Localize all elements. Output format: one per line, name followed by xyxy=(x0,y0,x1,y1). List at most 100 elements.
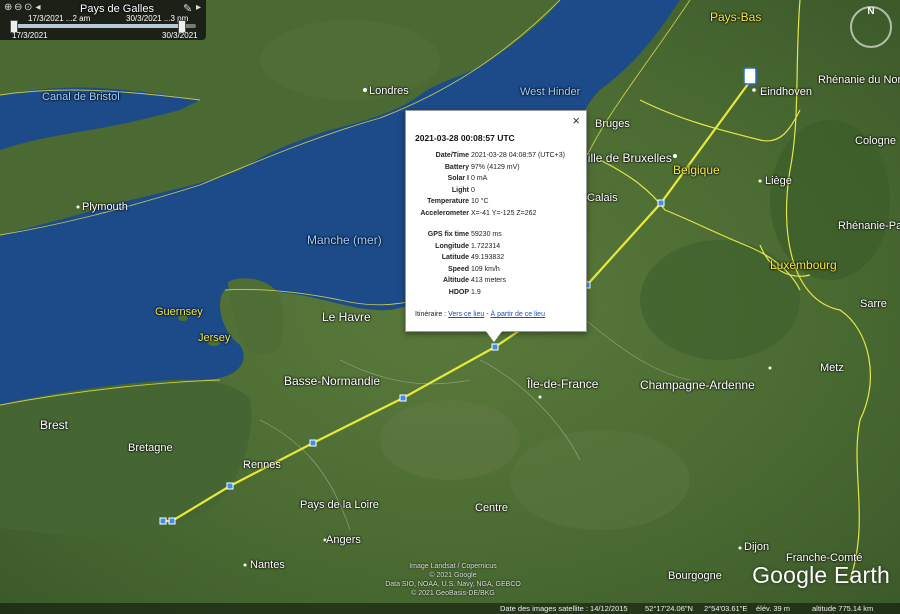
track-point-selected xyxy=(491,343,499,351)
compass-north-label: N xyxy=(867,6,875,17)
detail-row: Speed 109 km/h xyxy=(406,266,586,277)
detail-value: 1.9 xyxy=(471,288,481,296)
balloon-tail xyxy=(485,330,503,342)
label-plymouth: Plymouth xyxy=(82,201,128,213)
label-metz: Metz xyxy=(820,362,844,374)
detail-value: 0 xyxy=(471,186,475,194)
label-liege: Liège xyxy=(765,175,792,187)
label-angers: Angers xyxy=(326,534,361,546)
label-manche: Manche (mer) xyxy=(307,233,382,247)
detail-row: Accelerometer X=-41 Y=-125 Z=262 xyxy=(406,210,586,221)
status-bar: Date des images satellite : 14/12/2015 5… xyxy=(0,603,900,614)
play-icon[interactable]: ◂ xyxy=(34,2,44,13)
time-start-date: 17/3/2021 xyxy=(12,31,48,40)
detail-row: Altitude 413 meters xyxy=(406,277,586,288)
zoom-out-icon[interactable]: ⊖ xyxy=(14,2,24,13)
detail-row: Solar I0 mA xyxy=(406,175,586,186)
label-le-havre: Le Havre xyxy=(322,310,371,324)
zoom-fit-icon[interactable]: ⊙ xyxy=(24,2,34,13)
label-canal-de-bristol: Canal de Bristol xyxy=(42,91,120,103)
label-nantes: Nantes xyxy=(250,559,285,571)
close-icon[interactable]: × xyxy=(572,113,580,128)
time-range xyxy=(12,24,180,28)
label-pays-de-la-loire: Pays de la Loire xyxy=(300,499,379,511)
detail-value: 97% (4129 mV) xyxy=(471,163,520,171)
label-pays-bas: Pays-Bas xyxy=(710,10,762,24)
detail-row: Longitude 1.722314 xyxy=(406,243,586,254)
label-west-hinder: West Hinder xyxy=(520,86,581,98)
label-ile-de-france: Île-de-France xyxy=(527,377,599,391)
detail-value: 0 mA xyxy=(471,175,488,182)
itinerary-label: Itinéraire : xyxy=(415,311,449,318)
label-bretagne: Bretagne xyxy=(128,442,173,454)
credit-line: © 2021 GeoBasis-DE/BKG xyxy=(411,590,495,597)
endpoint-marker xyxy=(743,67,757,85)
label-basse-normandie: Basse-Normandie xyxy=(284,374,381,388)
label-rhenanie-palatinat: Rhénanie-Pala xyxy=(838,220,900,232)
detail-row: Date/Time 2021-03-28 04:08:57 (UTC+3) xyxy=(406,152,586,163)
detail-value: 413 meters xyxy=(471,277,507,284)
track-point xyxy=(657,199,665,207)
detail-key: Speed xyxy=(447,265,469,273)
detail-key: Altitude xyxy=(442,277,469,284)
label-dijon: Dijon xyxy=(744,541,770,553)
time-start-label: 17/3/2021 ...2 am xyxy=(28,14,91,23)
detail-value: 10 °C xyxy=(471,198,489,205)
detail-row: HDOP 1.9 xyxy=(406,289,586,300)
compass-control[interactable]: N xyxy=(850,6,892,48)
cursor-longitude: 2°54'03.61"E xyxy=(704,604,748,613)
detail-value: 49.193832 xyxy=(471,254,505,261)
detail-row: Temperature 10 °C xyxy=(406,198,586,209)
label-rennes: Rennes xyxy=(243,459,281,471)
label-bourgogne: Bourgogne xyxy=(668,570,722,582)
detail-key: Light xyxy=(451,186,469,194)
detail-value: X=-41 Y=-125 Z=262 xyxy=(471,209,537,217)
credit-line: Data SIO, NOAA, U.S. Navy, NGA, GEBCO xyxy=(385,581,521,588)
time-end-date: 30/3/2021 xyxy=(162,31,198,40)
label-londres: Londres xyxy=(369,85,409,97)
detail-key: Temperature xyxy=(427,198,469,205)
credit-line: Image Landsat / Copernicus xyxy=(409,563,497,570)
detail-row: Latitude 49.193832 xyxy=(406,254,586,265)
track-point xyxy=(226,482,234,490)
imagery-date: Date des images satellite : 14/12/2015 xyxy=(500,604,628,613)
cursor-elevation: élév. 39 m xyxy=(756,604,791,613)
detail-key: Date/Time xyxy=(435,152,469,159)
credit-line: © 2021 Google xyxy=(429,572,477,579)
label-sarre: Sarre xyxy=(860,298,887,310)
detail-row: Battery 97% (4129 mV) xyxy=(406,164,586,175)
link-from-here[interactable]: À partir de ce lieu xyxy=(491,311,545,318)
label-centre: Centre xyxy=(475,502,509,514)
label-luxembourg: Luxembourg xyxy=(770,258,837,272)
detail-value: 1.722314 xyxy=(471,242,501,250)
label-guernsey: Guernsey xyxy=(155,306,203,318)
label-pays-de-galles: Pays de Galles xyxy=(80,3,154,15)
google-earth-logo: Google Earth xyxy=(752,562,890,588)
cursor-latitude: 52°17'24.06"N xyxy=(645,604,693,613)
detail-key: GPS fix time xyxy=(427,231,469,238)
label-eindhoven: Eindhoven xyxy=(760,86,812,98)
eye-altitude: altitude 775.14 km xyxy=(812,604,874,613)
label-belgique: Belgique xyxy=(673,163,720,177)
detail-row: Light 0 xyxy=(406,187,586,198)
popup-title: 2021-03-28 00:08:57 UTC xyxy=(415,133,515,143)
label-jersey: Jersey xyxy=(198,332,231,344)
detail-key: HDOP xyxy=(448,288,469,296)
itinerary-line: Itinéraire : Vers ce lieu - À partir de … xyxy=(415,311,545,318)
label-rhenanie-du-nord: Rhénanie du Nord xyxy=(818,74,900,86)
track-point xyxy=(399,394,407,402)
imagery-credits: Image Landsat / Copernicus © 2021 Google… xyxy=(368,562,538,598)
detail-key: Solar I xyxy=(447,175,469,182)
detail-value: 59230 ms xyxy=(471,231,502,238)
zoom-in-icon[interactable]: ⊕ xyxy=(4,2,14,13)
expand-icon[interactable]: ▸ xyxy=(196,2,201,13)
label-brest: Brest xyxy=(40,418,69,432)
detail-row: GPS fix time 59230 ms xyxy=(406,231,586,242)
info-balloon: × 2021-03-28 00:08:57 UTC Date/Time 2021-… xyxy=(405,110,587,332)
link-to-here[interactable]: Vers ce lieu xyxy=(448,311,484,318)
label-calais: Calais xyxy=(587,192,618,204)
label-champagne-ardenne: Champagne-Ardenne xyxy=(640,378,755,392)
detail-key: Latitude xyxy=(441,254,469,261)
label-cologne: Cologne xyxy=(855,135,896,147)
detail-value: 109 km/h xyxy=(471,265,500,273)
